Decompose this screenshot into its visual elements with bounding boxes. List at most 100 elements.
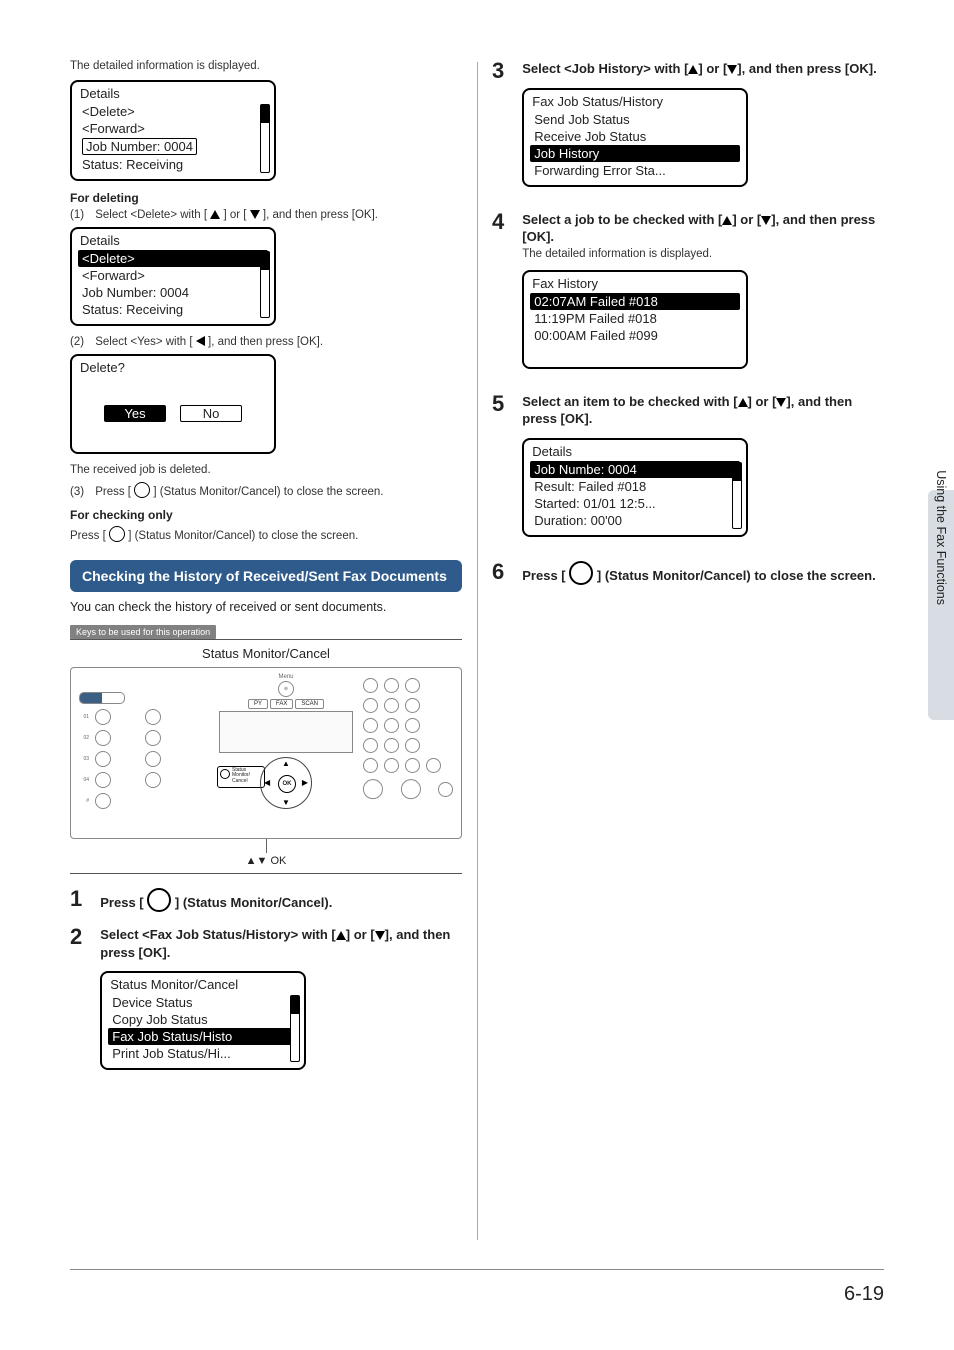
panel-key <box>426 758 441 773</box>
lcd-title: Fax History <box>530 276 740 293</box>
up-arrow-icon <box>738 398 748 407</box>
up-arrow-icon <box>722 216 732 225</box>
lcd-row: Result: Failed #018 <box>530 478 740 495</box>
lcd-row: 11:19PM Failed #018 <box>530 310 740 327</box>
left-column: The detailed information is displayed. D… <box>70 60 462 1080</box>
status-monitor-icon <box>134 482 150 498</box>
lcd-row: Forwarding Error Sta... <box>530 162 740 179</box>
panel-right <box>363 678 453 799</box>
panel-key <box>405 698 420 713</box>
lcd-title: Status Monitor/Cancel <box>108 977 298 994</box>
lcd-boxed-row: Job Number: 0004 <box>82 138 197 155</box>
lcd-row-selected: 02:07AM Failed #018 <box>530 293 740 310</box>
lcd-confirm: Delete? Yes No <box>70 354 276 454</box>
chapter-tab: Using the Fax Functions <box>928 490 954 720</box>
page-number: 6-19 <box>844 1283 884 1306</box>
lcd-title: Details <box>530 444 740 461</box>
panel-key <box>145 751 161 767</box>
lcd-details-3: Details Job Numbe: 0004 Result: Failed #… <box>522 438 748 537</box>
right-column: 3 Select <Job History> with [] or [], an… <box>492 60 884 1080</box>
lcd-scrollbar <box>732 462 742 529</box>
panel-tab: PY <box>248 699 268 709</box>
lcd-fax-job-status: Fax Job Status/History Send Job Status R… <box>522 88 748 187</box>
stop-key <box>438 782 453 797</box>
lcd-details-1: Details <Delete> <Forward> Job Number: 0… <box>70 80 276 181</box>
down-arrow-icon <box>727 65 737 74</box>
lcd-row: Duration: 00'00 <box>530 512 740 529</box>
panel-key <box>363 758 378 773</box>
panel-key <box>405 678 420 693</box>
panel-key <box>363 678 378 693</box>
lcd-row: <Forward> <box>78 267 268 284</box>
lcd-scrollbar <box>260 251 270 318</box>
nav-down: ▼ <box>282 798 290 807</box>
substep-1: (1) Select <Delete> with [ ] or [ ], and… <box>70 209 462 221</box>
lcd-row: Status: Receiving <box>78 301 268 318</box>
lcd-row: Copy Job Status <box>108 1011 298 1028</box>
lcd-status-monitor: Status Monitor/Cancel Device Status Copy… <box>100 971 306 1070</box>
panel-key <box>384 698 399 713</box>
lcd-title: Details <box>78 86 268 103</box>
panel-key <box>384 758 399 773</box>
lcd-row <box>530 344 740 361</box>
panel-key <box>384 738 399 753</box>
panel-tab: SCAN <box>295 699 324 709</box>
down-arrow-icon <box>761 216 771 225</box>
lcd-row: Receive Job Status <box>530 128 740 145</box>
panel-key <box>145 772 161 788</box>
substep-number: (2) <box>70 336 92 348</box>
for-deleting-heading: For deleting <box>70 191 462 205</box>
lcd-title: Delete? <box>78 360 268 377</box>
fax-copy-pill <box>79 692 125 704</box>
lcd-row: Print Job Status/Hi... <box>108 1045 298 1062</box>
panel-key <box>95 772 111 788</box>
nav-right: ▶ <box>302 778 308 787</box>
panel-key <box>384 718 399 733</box>
lcd-row: Status: Receiving <box>78 156 268 173</box>
lcd-row-selected: <Delete> <box>78 250 268 267</box>
lcd-row: <Forward> <box>78 120 268 137</box>
confirm-yes: Yes <box>104 405 166 422</box>
confirm-no: No <box>180 405 242 422</box>
substep-number: (3) <box>70 486 92 498</box>
lcd-scrollbar <box>290 995 300 1062</box>
substep-3: (3) Press [ ] (Status Monitor/Cancel) to… <box>70 482 462 498</box>
left-arrow-icon <box>196 336 205 346</box>
delete-result: The received job is deleted. <box>70 464 462 476</box>
lcd-row: 00:00AM Failed #099 <box>530 327 740 344</box>
lcd-details-2: Details <Delete> <Forward> Job Number: 0… <box>70 227 276 326</box>
status-monitor-icon <box>569 561 593 585</box>
checking-line: Press [ ] (Status Monitor/Cancel) to clo… <box>70 526 462 542</box>
step-number: 3 <box>492 60 504 82</box>
lcd-row-selected: Fax Job Status/Histo <box>108 1028 298 1045</box>
substep-2: (2) Select <Yes> with [ ], and then pres… <box>70 336 462 348</box>
down-arrow-icon <box>776 398 786 407</box>
divider-line <box>70 639 462 640</box>
step-number: 1 <box>70 888 82 910</box>
step-3: 3 Select <Job History> with [] or [], an… <box>492 60 884 197</box>
step-number: 4 <box>492 211 504 233</box>
down-arrow-icon <box>250 210 260 219</box>
panel-tab: FAX <box>270 699 293 709</box>
lcd-scrollbar <box>260 104 270 173</box>
up-arrow-icon <box>210 210 220 219</box>
panel-key <box>363 738 378 753</box>
status-monitor-icon <box>109 526 125 542</box>
step-number: 5 <box>492 393 504 415</box>
lcd-title: Fax Job Status/History <box>530 94 740 111</box>
step-5: 5 Select an item to be checked with [] o… <box>492 393 884 547</box>
panel-key <box>95 793 111 809</box>
lcd-row-selected: Job History <box>530 145 740 162</box>
panel-key <box>405 738 420 753</box>
lcd-row: Started: 01/01 12:5... <box>530 495 740 512</box>
step-number: 6 <box>492 561 504 583</box>
panel-key <box>363 718 378 733</box>
lcd-row: Job Number: 0004 <box>78 137 268 156</box>
panel-center: Menu ⊛ PY FAX SCAN Status Monitor/ Cance… <box>211 674 361 809</box>
panel-key <box>145 730 161 746</box>
panel-key <box>145 709 161 725</box>
column-divider <box>477 62 478 1240</box>
panel-key <box>405 718 420 733</box>
panel-screen <box>219 711 353 753</box>
substep-number: (1) <box>70 209 92 221</box>
